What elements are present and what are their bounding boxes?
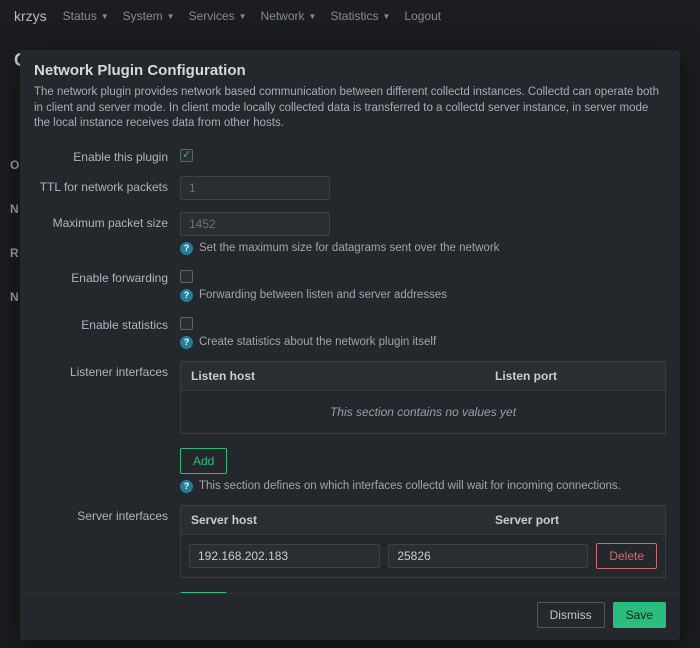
help-statistics: Create statistics about the network plug…: [199, 336, 436, 348]
server-col-host: Server host: [191, 513, 495, 527]
label-listener-interfaces: Listener interfaces: [34, 361, 180, 379]
modal-description: The network plugin provides network base…: [34, 85, 666, 132]
listener-col-host: Listen host: [191, 369, 495, 383]
dismiss-button[interactable]: Dismiss: [537, 602, 605, 628]
chevron-down-icon: ▼: [167, 12, 175, 21]
help-icon[interactable]: ?: [180, 336, 193, 349]
server-col-port: Server port: [495, 513, 655, 527]
help-icon[interactable]: ?: [180, 242, 193, 255]
checkbox-statistics[interactable]: [180, 317, 193, 330]
input-ttl[interactable]: [180, 176, 330, 200]
server-port-input[interactable]: [388, 544, 588, 568]
checkbox-forwarding[interactable]: [180, 270, 193, 283]
server-table: Server host Server port Delete: [180, 505, 666, 578]
listener-col-port: Listen port: [495, 369, 655, 383]
nav-services[interactable]: Services▼: [189, 9, 247, 23]
input-max-packet[interactable]: [180, 212, 330, 236]
checkbox-enable-plugin[interactable]: [180, 149, 193, 162]
label-enable-plugin: Enable this plugin: [34, 146, 180, 164]
label-statistics: Enable statistics: [34, 314, 180, 332]
nav-items: Status▼ System▼ Services▼ Network▼ Stati…: [63, 9, 441, 23]
nav-network[interactable]: Network▼: [261, 9, 317, 23]
help-max-packet: Set the maximum size for datagrams sent …: [199, 242, 499, 254]
page-side-labels: O N R N: [10, 158, 19, 304]
chevron-down-icon: ▼: [101, 12, 109, 21]
nav-status[interactable]: Status▼: [63, 9, 109, 23]
brand[interactable]: krzys: [14, 8, 47, 24]
label-server-interfaces: Server interfaces: [34, 505, 180, 523]
help-icon[interactable]: ?: [180, 289, 193, 302]
nav-statistics[interactable]: Statistics▼: [330, 9, 390, 23]
save-button[interactable]: Save: [613, 602, 666, 628]
help-icon[interactable]: ?: [180, 480, 193, 493]
label-max-packet: Maximum packet size: [34, 212, 180, 230]
modal-title: Network Plugin Configuration: [34, 62, 666, 79]
chevron-down-icon: ▼: [382, 12, 390, 21]
nav-system[interactable]: System▼: [123, 9, 175, 23]
server-delete-button[interactable]: Delete: [596, 543, 657, 569]
listener-add-button[interactable]: Add: [180, 448, 227, 474]
listener-table: Listen host Listen port This section con…: [180, 361, 666, 434]
modal-footer: Dismiss Save: [20, 593, 680, 640]
server-host-input[interactable]: [189, 544, 380, 568]
label-ttl: TTL for network packets: [34, 176, 180, 194]
help-forwarding: Forwarding between listen and server add…: [199, 289, 447, 301]
label-forwarding: Enable forwarding: [34, 267, 180, 285]
listener-empty: This section contains no values yet: [181, 391, 665, 433]
help-listener: This section defines on which interfaces…: [199, 480, 621, 492]
chevron-down-icon: ▼: [309, 12, 317, 21]
chevron-down-icon: ▼: [239, 12, 247, 21]
modal-network-plugin: Network Plugin Configuration The network…: [20, 50, 680, 640]
nav-logout[interactable]: Logout: [404, 9, 441, 23]
topbar: krzys Status▼ System▼ Services▼ Network▼…: [0, 0, 700, 32]
server-row: Delete: [181, 535, 665, 577]
